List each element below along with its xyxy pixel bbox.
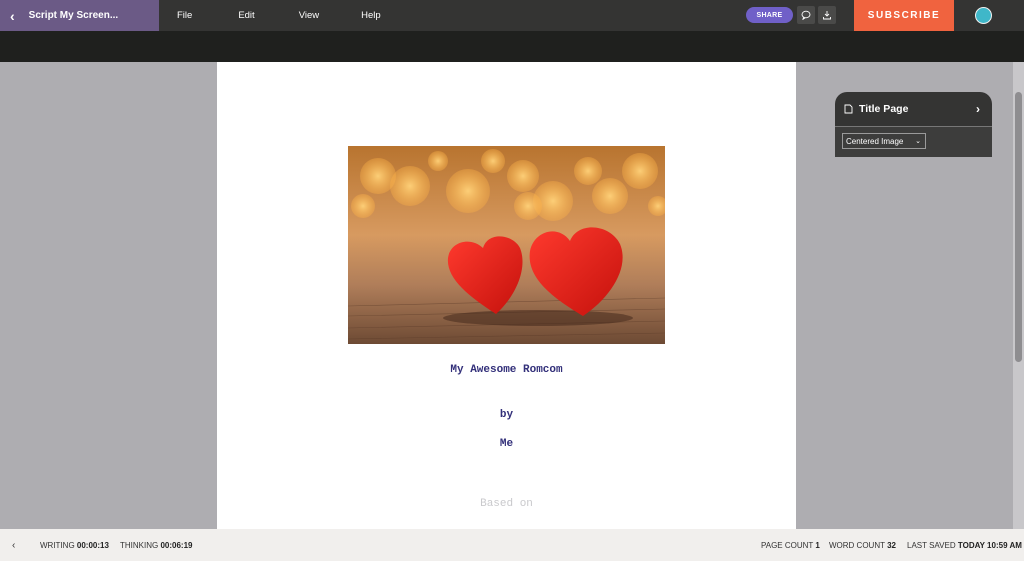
top-bar: ‹ Script My Screen... File Edit View Hel… xyxy=(0,0,1024,31)
based-on-line[interactable]: Based on xyxy=(217,498,796,510)
menu-edit[interactable]: Edit xyxy=(238,10,254,21)
writing-stat: WRITING 00:00:13 xyxy=(40,541,109,550)
scrollbar-thumb[interactable] xyxy=(1015,92,1022,362)
avatar[interactable] xyxy=(975,7,992,24)
download-button[interactable] xyxy=(818,6,836,24)
page-icon xyxy=(844,104,853,114)
thinking-stat: THINKING 00:06:19 xyxy=(120,541,193,550)
panel-title: Title Page xyxy=(859,103,909,115)
document-tab[interactable]: ‹ Script My Screen... xyxy=(0,0,159,31)
back-chevron-icon[interactable]: ‹ xyxy=(10,8,15,24)
comment-icon xyxy=(801,10,811,20)
comment-button[interactable] xyxy=(797,6,815,24)
page-count-stat: PAGE COUNT 1 xyxy=(761,541,820,550)
panel-body: Centered Image ⌄ xyxy=(835,127,992,157)
menu-help[interactable]: Help xyxy=(361,10,381,21)
word-count-stat: WORD COUNT 32 xyxy=(829,541,896,550)
toolbar-strip xyxy=(0,31,1024,62)
title-page-panel: Title Page › Centered Image ⌄ xyxy=(835,92,992,157)
script-page[interactable]: My Awesome Romcom by Me Based on xyxy=(217,62,796,529)
layout-select[interactable]: Centered Image ⌄ xyxy=(842,133,926,149)
last-saved-stat: LAST SAVED TODAY 10:59 AM xyxy=(907,541,1022,550)
chevron-right-icon[interactable]: › xyxy=(976,102,980,116)
chevron-left-icon[interactable]: ‹ xyxy=(12,540,15,551)
scrollbar[interactable] xyxy=(1013,62,1024,529)
layout-select-value: Centered Image xyxy=(846,136,904,146)
script-title[interactable]: My Awesome Romcom xyxy=(217,364,796,376)
share-button[interactable]: SHARE xyxy=(746,7,793,23)
status-bar: ‹ WRITING 00:00:13 THINKING 00:06:19 PAG… xyxy=(0,529,1024,561)
chevron-down-icon: ⌄ xyxy=(915,138,921,145)
document-title: Script My Screen... xyxy=(28,10,119,21)
hearts-photo-icon xyxy=(348,146,665,344)
menu-view[interactable]: View xyxy=(299,10,319,21)
title-page-image[interactable] xyxy=(348,146,665,344)
by-line[interactable]: by xyxy=(217,409,796,421)
panel-header[interactable]: Title Page › xyxy=(835,92,992,127)
subscribe-button[interactable]: SUBSCRIBE xyxy=(854,0,954,31)
download-icon xyxy=(823,11,831,20)
author-name[interactable]: Me xyxy=(217,438,796,450)
menu-bar: File Edit View Help xyxy=(159,0,381,31)
menu-file[interactable]: File xyxy=(177,10,192,21)
